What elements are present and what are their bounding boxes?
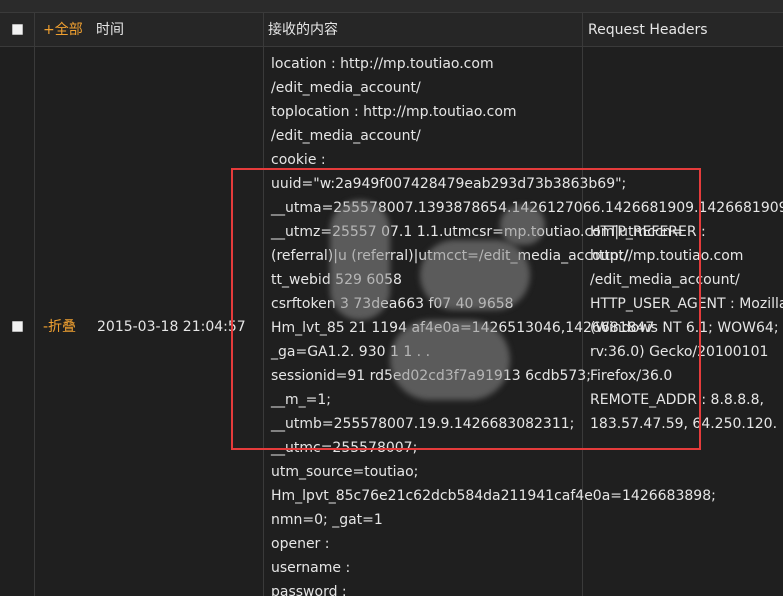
table-header: +全部 时间 接收的内容 Request Headers [0,13,783,47]
content-line: /edit_media_account/ [271,80,421,96]
content-line: utm_source=toutiao; [271,464,419,480]
content-line: nmn=0; _gat=1 [271,512,383,528]
timestamp: 2015-03-18 21:04:57 [97,319,246,335]
top-strip [0,0,783,13]
expand-all-link[interactable]: +全部 [43,13,83,47]
content-line: password : [271,584,347,596]
time-column-header: 时间 [96,22,124,38]
request-headers-column-header: Request Headers [588,22,708,38]
content-line: /edit_media_account/ [271,128,421,144]
highlight-box [231,168,701,450]
collapse-link[interactable]: -折叠 [43,318,76,336]
row-checkbox[interactable] [12,321,23,332]
content-line: toplocation : http://mp.toutiao.com [271,104,517,120]
content-line: username : [271,560,351,576]
content-line: location : http://mp.toutiao.com [271,56,494,72]
select-all-checkbox[interactable] [12,24,23,35]
content-column-header: 接收的内容 [268,22,338,38]
content-line: opener : [271,536,330,552]
content-line: Hm_lpvt_85c76e21c62dcb584da211941caf4e0a… [271,488,716,504]
